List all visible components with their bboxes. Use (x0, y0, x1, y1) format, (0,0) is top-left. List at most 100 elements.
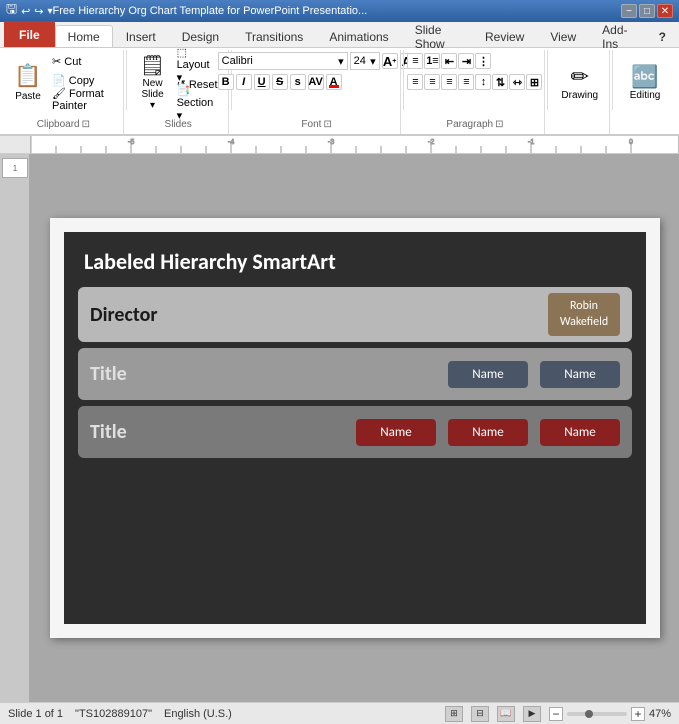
undo-icon[interactable]: ↩ (21, 5, 30, 18)
align-left-button[interactable]: ≡ (407, 74, 423, 90)
new-slide-icon: 🗒 (140, 53, 165, 78)
reading-view-button[interactable]: 📖 (497, 706, 515, 722)
layout-button[interactable]: ⬚ Layout ▾ (173, 56, 222, 74)
org-box-name-2[interactable]: Name (540, 361, 620, 388)
tab-insert[interactable]: Insert (113, 25, 169, 47)
tab-animations[interactable]: Animations (316, 25, 401, 47)
svg-text:-1: -1 (528, 139, 534, 146)
slides-actions: ⬚ Layout ▾ ↺ Reset 📑 Section ▾ (173, 56, 222, 112)
font-size-dropdown[interactable]: 24 ▾ (350, 52, 380, 70)
org-box-robin[interactable]: RobinWakefield (548, 293, 620, 336)
new-slide-button[interactable]: 🗒 NewSlide ▾ (135, 52, 171, 112)
tab-file[interactable]: File (4, 21, 55, 47)
font-color-button[interactable]: A (326, 74, 342, 90)
align-text-button[interactable]: ⇿ (509, 74, 525, 90)
tab-addins[interactable]: Add-Ins (589, 25, 646, 47)
org-row-1: Director RobinWakefield (78, 287, 632, 342)
tab-help[interactable]: ? (646, 25, 679, 47)
separator-3 (403, 50, 404, 110)
slide-canvas[interactable]: Labeled Hierarchy SmartArt Director Robi… (50, 218, 660, 638)
align-right-button[interactable]: ≡ (441, 74, 457, 90)
align-center-button[interactable]: ≡ (424, 74, 440, 90)
decrease-indent-button[interactable]: ⇤ (441, 53, 457, 69)
bullets-button[interactable]: ≡ (407, 53, 423, 69)
shadow-button[interactable]: s (290, 74, 306, 90)
drawing-button[interactable]: ✏ Drawing (556, 52, 603, 112)
ruler-marks: -5 -4 -3 -2 -1 0 (31, 136, 678, 154)
close-button[interactable]: ✕ (657, 4, 673, 18)
org-row-1-label: Director (90, 303, 210, 327)
zoom-slider-thumb (585, 710, 593, 718)
line-spacing-button[interactable]: ↕ (475, 74, 491, 90)
tab-design[interactable]: Design (169, 25, 232, 47)
columns-button[interactable]: ⋮ (475, 53, 491, 69)
list-row: ≡ 1≡ ⇤ ⇥ ⋮ (407, 52, 491, 70)
tab-slideshow[interactable]: Slide Show (402, 25, 472, 47)
clipboard-label: Clipboard ⊡ (37, 119, 90, 132)
org-row-3-label: Title (90, 420, 210, 444)
org-row-3-boxes: Name Name Name (356, 419, 620, 446)
svg-text:0: 0 (629, 139, 633, 146)
org-box-name-5[interactable]: Name (540, 419, 620, 446)
editing-label: Editing (630, 90, 661, 101)
theme-name: "TS102889107" (75, 708, 152, 720)
increase-indent-button[interactable]: ⇥ (458, 53, 474, 69)
font-expand-icon[interactable]: ⊡ (323, 119, 331, 130)
font-group: Calibri ▾ 24 ▾ A+ A- B I U S s AV A (234, 50, 401, 134)
paragraph-label: Paragraph ⊡ (446, 119, 503, 132)
slide-title: Labeled Hierarchy SmartArt (64, 232, 646, 283)
clipboard-expand-icon[interactable]: ⊡ (82, 119, 90, 130)
maximize-button[interactable]: □ (639, 4, 655, 18)
zoom-out-button[interactable]: − (549, 707, 563, 721)
status-bar: Slide 1 of 1 "TS102889107" English (U.S.… (0, 702, 679, 724)
editing-button[interactable]: 🔤 Editing (625, 52, 666, 112)
new-slide-label: NewSlide ▾ (140, 78, 166, 111)
format-painter-button[interactable]: 🖌 Format Painter (48, 90, 117, 108)
char-spacing-button[interactable]: AV (308, 74, 324, 90)
quick-access-toolbar: 🖫 ↩ ↪ ▾ (6, 0, 53, 22)
underline-button[interactable]: U (254, 74, 270, 90)
slide-inner: Labeled Hierarchy SmartArt Director Robi… (64, 232, 646, 624)
org-row-3: Title Name Name Name (78, 406, 632, 458)
italic-button[interactable]: I (236, 74, 252, 90)
org-row-1-boxes: RobinWakefield (548, 293, 620, 336)
paragraph-expand-icon[interactable]: ⊡ (495, 119, 503, 130)
org-row-2: Title Name Name (78, 348, 632, 400)
main-area: 1 Labeled Hierarchy SmartArt Director Ro… (0, 154, 679, 702)
paste-button[interactable]: 📋 Paste (10, 52, 46, 112)
font-size-arrow: ▾ (370, 55, 376, 68)
section-button[interactable]: 📑 Section ▾ (173, 94, 222, 112)
zoom-level: 47% (649, 708, 671, 720)
strikethrough-button[interactable]: S (272, 74, 288, 90)
slide-thumbnail-1[interactable]: 1 (2, 158, 28, 178)
cut-button[interactable]: ✂ Cut (48, 52, 117, 70)
ribbon-tabs: File Home Insert Design Transitions Anim… (0, 22, 679, 48)
svg-text:-3: -3 (328, 139, 334, 146)
zoom-in-button[interactable]: + (631, 707, 645, 721)
zoom-slider[interactable] (567, 712, 627, 716)
window-title: Free Hierarchy Org Chart Template for Po… (53, 5, 368, 17)
justify-button[interactable]: ≡ (458, 74, 474, 90)
text-direction-button[interactable]: ⇅ (492, 74, 508, 90)
numbering-button[interactable]: 1≡ (424, 53, 440, 69)
font-name-dropdown[interactable]: Calibri ▾ (218, 52, 348, 70)
clipboard-group: 📋 Paste ✂ Cut 📄 Copy 🖌 Format Painter Cl… (4, 50, 124, 134)
org-box-name-4[interactable]: Name (448, 419, 528, 446)
slide-sorter-button[interactable]: ⊟ (471, 706, 489, 722)
org-box-name-1[interactable]: Name (448, 361, 528, 388)
font-name-row: Calibri ▾ 24 ▾ A+ A- (218, 52, 416, 70)
slideshow-button[interactable]: ▶ (523, 706, 541, 722)
ruler: -5 -4 -3 -2 -1 0 (0, 136, 679, 154)
tab-transitions[interactable]: Transitions (232, 25, 316, 47)
tab-view[interactable]: View (537, 25, 589, 47)
smart-art-button[interactable]: ⊞ (526, 74, 542, 90)
save-icon[interactable]: 🖫 (6, 0, 17, 22)
normal-view-button[interactable]: ⊞ (445, 706, 463, 722)
org-box-name-3[interactable]: Name (356, 419, 436, 446)
tab-home[interactable]: Home (55, 25, 113, 47)
increase-font-button[interactable]: A+ (382, 53, 398, 69)
tab-review[interactable]: Review (472, 25, 537, 47)
minimize-button[interactable]: − (621, 4, 637, 18)
bold-button[interactable]: B (218, 74, 234, 90)
redo-icon[interactable]: ↪ (34, 5, 43, 18)
